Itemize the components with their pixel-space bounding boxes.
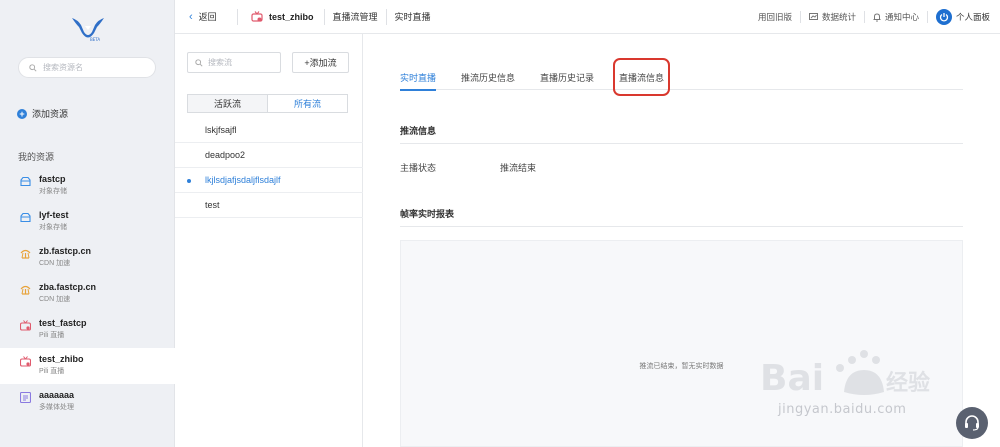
svg-text:BETA: BETA [90,37,100,42]
profile-label: 个人面板 [955,12,990,22]
resource-name: zb.fastcp.cn [39,246,92,256]
add-resource-button[interactable]: + 添加资源 [17,107,68,120]
notifications-link[interactable]: 通知中心 [865,11,927,23]
stats-label: 数据统计 [821,12,856,22]
chevron-left-icon: ‹ [189,10,193,23]
resource-name: zba.fastcp.cn [39,282,97,292]
resource-type: Pili 直播 [39,332,65,339]
resource-item-fastcp[interactable]: fastcp 对象存储 [0,168,175,204]
media-icon [20,392,31,403]
resource-item-zb-fastcp-cn[interactable]: zb.fastcp.cn CDN 加速 [0,240,175,276]
plus-icon: + [17,108,27,119]
resource-name: fastcp [39,174,66,184]
stream-panel: 搜索流 +添加流 活跃流 所有流 lskjfsajfl deadpoo2 lkjls… [175,34,363,447]
cdn-icon [20,285,31,295]
stream-name: test [205,200,220,210]
stream-filter-tabs: 活跃流 所有流 [187,94,348,113]
resource-name: aaaaaaa [39,390,75,400]
resource-item-lyf-test[interactable]: lyf-test 对象存储 [0,204,175,240]
report-title: 帧率实时报表 [400,207,963,227]
selected-dot [187,179,191,183]
resource-item-aaaaaaa[interactable]: aaaaaaa 多媒体处理 [0,384,175,420]
resource-item-test-fastcp[interactable]: test_fastcp Pili 直播 [0,312,175,348]
bell-icon [873,12,881,22]
resource-item-zba-fastcp-cn[interactable]: zba.fastcp.cn CDN 加速 [0,276,175,312]
svg-text:经验: 经验 [886,370,930,396]
resource-name: lyf-test [39,210,69,220]
stream-item[interactable]: test [175,193,363,218]
resource-text: zba.fastcp.cn CDN 加速 [39,282,96,304]
stream-item[interactable]: lkjlsdjafjsdaljflsdajlf [175,168,363,193]
tab-push-history[interactable]: 推流历史信息 [461,64,515,90]
resource-item-test-zhibo[interactable]: test_zhibo Pili 直播 [0,348,175,384]
resource-type: CDN 加速 [39,296,71,303]
stream-item[interactable]: deadpoo2 [175,143,363,168]
back-button[interactable]: ‹ 返回 [175,10,237,23]
status-label: 主播状态 [400,163,437,173]
cdn-icon [20,249,31,259]
resource-type: 对象存储 [39,224,67,231]
resource-text: zb.fastcp.cn CDN 加速 [39,246,91,268]
resource-text: lyf-test 对象存储 [39,210,69,232]
search-icon [29,63,37,72]
resource-type: Pili 直播 [39,368,65,375]
resource-text: test_fastcp Pili 直播 [39,318,87,340]
support-button[interactable] [956,407,988,439]
my-resources-heading: 我的资源 [18,152,55,162]
brand-logo[interactable]: BETA [68,14,108,42]
stream-name: lskjfsajfl [205,125,237,135]
resource-text: aaaaaaa 多媒体处理 [39,390,74,412]
chart-icon [808,13,818,20]
storage-icon [20,212,31,223]
resource-type: 对象存储 [39,188,67,195]
live-icon [20,356,31,367]
resource-search-input[interactable]: 搜索资源名 [18,57,156,78]
add-stream-button[interactable]: +添加流 [292,52,349,73]
notifications-label: 通知中心 [884,12,919,22]
resource-name: test_zhibo [39,354,84,364]
resource-name: test_fastcp [39,318,87,328]
stream-name: deadpoo2 [205,150,246,160]
resource-list: fastcp 对象存储 lyf-test 对象存储 zb.fastcp.cn C… [0,168,175,420]
storage-icon [20,176,31,187]
resource-search-placeholder: 搜索资源名 [43,63,83,72]
profile-link[interactable]: 个人面板 [928,9,1000,25]
stream-search-placeholder: 搜索流 [208,58,232,67]
nav-live[interactable]: 实时直播 [387,10,439,23]
status-value: 推流结束 [500,163,537,173]
stream-search-input[interactable]: 搜索流 [187,52,281,73]
live-icon [251,11,263,22]
tab-live-history[interactable]: 直播历史记录 [540,64,594,90]
page-title-text: test_zhibo [269,11,314,22]
top-bar: ‹ 返回 test_zhibo 直播流管理 实时直播 用回旧版 数据统计 通知中… [175,0,1000,34]
status-row: 主播状态 推流结束 [400,161,536,174]
add-resource-label: 添加资源 [32,109,69,119]
top-bar-right: 用回旧版 数据统计 通知中心 个人面板 [750,0,1000,34]
resource-type: CDN 加速 [39,260,71,267]
search-icon [195,58,203,67]
tab-active-streams[interactable]: 活跃流 [188,95,267,112]
power-icon [935,9,952,25]
resource-text: test_zhibo Pili 直播 [39,354,84,376]
sidebar: BETA 搜索资源名 + 添加资源 我的资源 fastcp 对象存储 lyf-t… [0,0,175,447]
push-info-title: 推流信息 [400,124,963,144]
page-title: test_zhibo [238,11,324,22]
tab-all-streams[interactable]: 所有流 [267,95,347,112]
old-version-link[interactable]: 用回旧版 [750,11,800,23]
stream-item[interactable]: lskjfsajfl [175,118,363,143]
stream-name: lkjlsdjafjsdaljflsdajlf [205,175,281,185]
tab-live[interactable]: 实时直播 [400,64,437,91]
main-tabs: 实时直播 推流历史信息 直播历史记录 直播流信息 [400,58,963,96]
watermark-text: jingyan.baidu.com [778,402,907,417]
live-icon [20,320,31,331]
resource-type: 多媒体处理 [39,404,74,411]
nav-stream-management[interactable]: 直播流管理 [325,10,386,23]
back-label: 返回 [198,12,217,22]
stats-link[interactable]: 数据统计 [801,11,864,23]
tab-stream-info[interactable]: 直播流信息 [613,58,671,96]
resource-text: fastcp 对象存储 [39,174,67,196]
headset-icon [965,415,979,431]
stream-list: lskjfsajfl deadpoo2 lkjlsdjafjsdaljflsdajl… [175,118,363,218]
svg-text:Bai: Bai [760,358,824,399]
